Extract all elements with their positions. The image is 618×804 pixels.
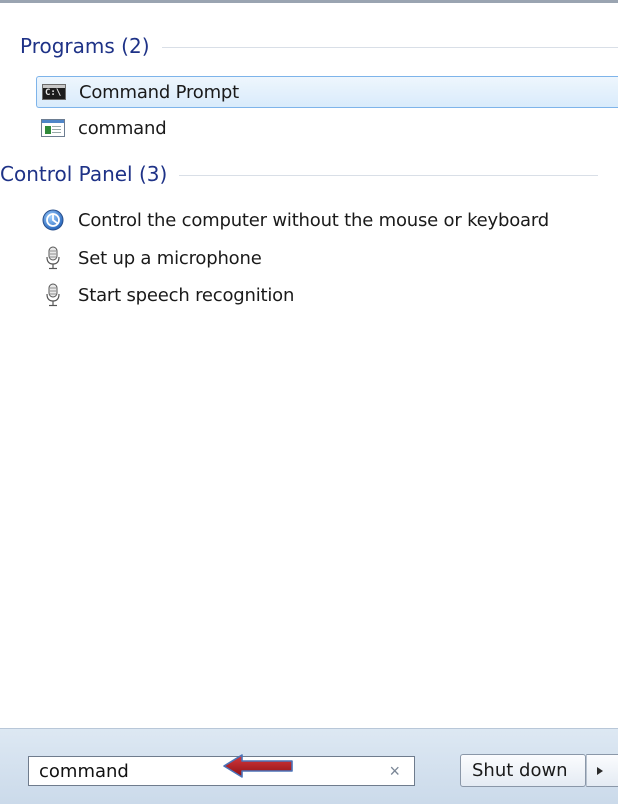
result-item-command-prompt[interactable]: C:\ Command Prompt [36, 76, 618, 108]
search-results-pane: Programs (2) C:\ Command Prompt command … [0, 0, 618, 728]
group-divider [162, 47, 618, 48]
result-item-label: command [78, 118, 166, 139]
top-border [0, 0, 618, 3]
command-prompt-icon: C:\ [41, 81, 67, 103]
shut-down-button[interactable]: Shut down [460, 754, 586, 787]
result-item-control-without-mouse[interactable]: Control the computer without the mouse o… [36, 204, 618, 236]
microphone-icon [40, 284, 66, 306]
application-window-icon [40, 117, 66, 139]
result-item-start-speech-recognition[interactable]: Start speech recognition [36, 279, 618, 311]
group-divider [179, 175, 598, 176]
result-item-label: Command Prompt [79, 82, 239, 103]
group-header-control-panel: Control Panel (3) [0, 159, 598, 189]
group-header-programs: Programs (2) [20, 31, 618, 61]
triangle-right-icon [596, 766, 604, 776]
clear-search-icon[interactable]: × [389, 762, 400, 780]
red-arrow-left-icon [222, 753, 294, 779]
result-item-label: Start speech recognition [78, 285, 294, 306]
microphone-icon [40, 247, 66, 269]
result-item-label: Control the computer without the mouse o… [78, 210, 549, 231]
result-item-label: Set up a microphone [78, 248, 262, 269]
group-title-control-panel: Control Panel (3) [0, 162, 167, 186]
result-item-command[interactable]: command [36, 112, 618, 144]
ease-of-access-icon [40, 209, 66, 231]
result-item-set-up-microphone[interactable]: Set up a microphone [36, 242, 618, 274]
shut-down-label: Shut down [472, 760, 568, 781]
start-menu-bottom-bar: command × Shut down [0, 728, 618, 804]
group-title-programs: Programs (2) [20, 34, 150, 58]
shut-down-options-button[interactable] [586, 754, 618, 787]
search-input-value: command [39, 761, 129, 782]
